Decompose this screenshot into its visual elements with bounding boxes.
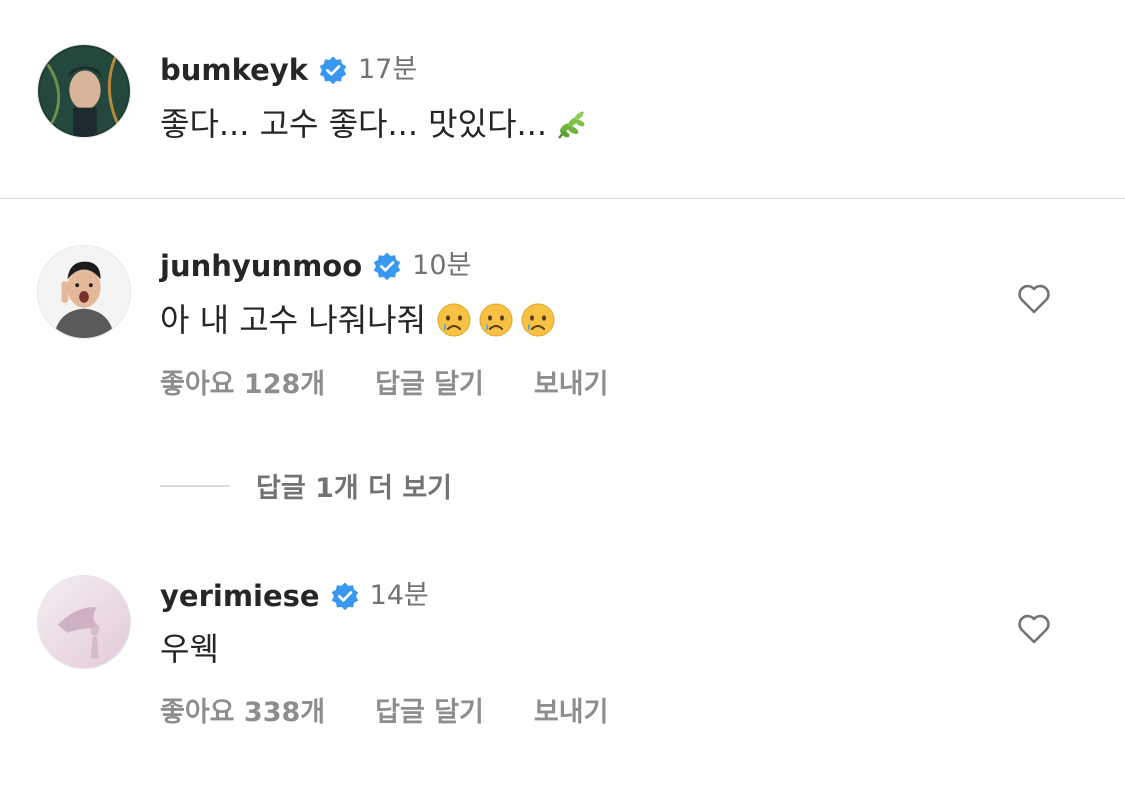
crying-face-emoji: [436, 302, 472, 338]
comment-actions: 좋아요 128개 답글 달기 보내기: [160, 362, 608, 401]
view-replies-label[interactable]: 답글 1개 더 보기: [256, 466, 452, 505]
verified-badge-icon: [330, 581, 360, 611]
username[interactable]: bumkeyk: [160, 52, 308, 88]
comment-text: 좋다... 고수 좋다... 맛있다...: [160, 104, 589, 144]
herb-emoji: [553, 106, 589, 142]
verified-badge-icon: [318, 55, 348, 85]
username[interactable]: yerimiese: [160, 578, 320, 614]
crying-face-emoji: [478, 302, 514, 338]
likes-count[interactable]: 좋아요 128개: [160, 362, 325, 401]
avatar[interactable]: [37, 575, 131, 669]
replies-divider-line: [160, 484, 230, 487]
comment-header: junhyunmoo 10분: [160, 248, 471, 284]
comment-text: 우웩: [160, 629, 219, 669]
verified-badge-icon: [372, 251, 402, 281]
avatar[interactable]: [37, 245, 131, 339]
timestamp: 14분: [369, 580, 429, 611]
comment-body: 아 내 고수 나줘나줘: [160, 301, 427, 339]
send-button[interactable]: 보내기: [534, 362, 609, 401]
comment-header: bumkeyk 17분: [160, 52, 417, 88]
comment-text: 아 내 고수 나줘나줘: [160, 300, 556, 340]
timestamp: 17분: [358, 54, 418, 85]
username[interactable]: junhyunmoo: [160, 248, 362, 284]
reply-button[interactable]: 답글 달기: [375, 362, 484, 401]
heart-outline-icon[interactable]: [1014, 278, 1054, 318]
likes-count[interactable]: 좋아요 338개: [160, 690, 325, 729]
divider: [0, 198, 1125, 199]
timestamp: 10분: [412, 250, 472, 281]
comment-header: yerimiese 14분: [160, 578, 429, 614]
crying-face-emoji: [520, 302, 556, 338]
send-button[interactable]: 보내기: [534, 690, 609, 729]
comment-body: 우웩: [160, 630, 219, 668]
comment-body: 좋다... 고수 좋다... 맛있다...: [160, 105, 548, 143]
reply-button[interactable]: 답글 달기: [375, 690, 484, 729]
avatar[interactable]: [37, 44, 131, 138]
view-replies-button[interactable]: 답글 1개 더 보기: [160, 466, 452, 505]
heart-outline-icon[interactable]: [1014, 608, 1054, 648]
comment-actions: 좋아요 338개 답글 달기 보내기: [160, 690, 608, 729]
